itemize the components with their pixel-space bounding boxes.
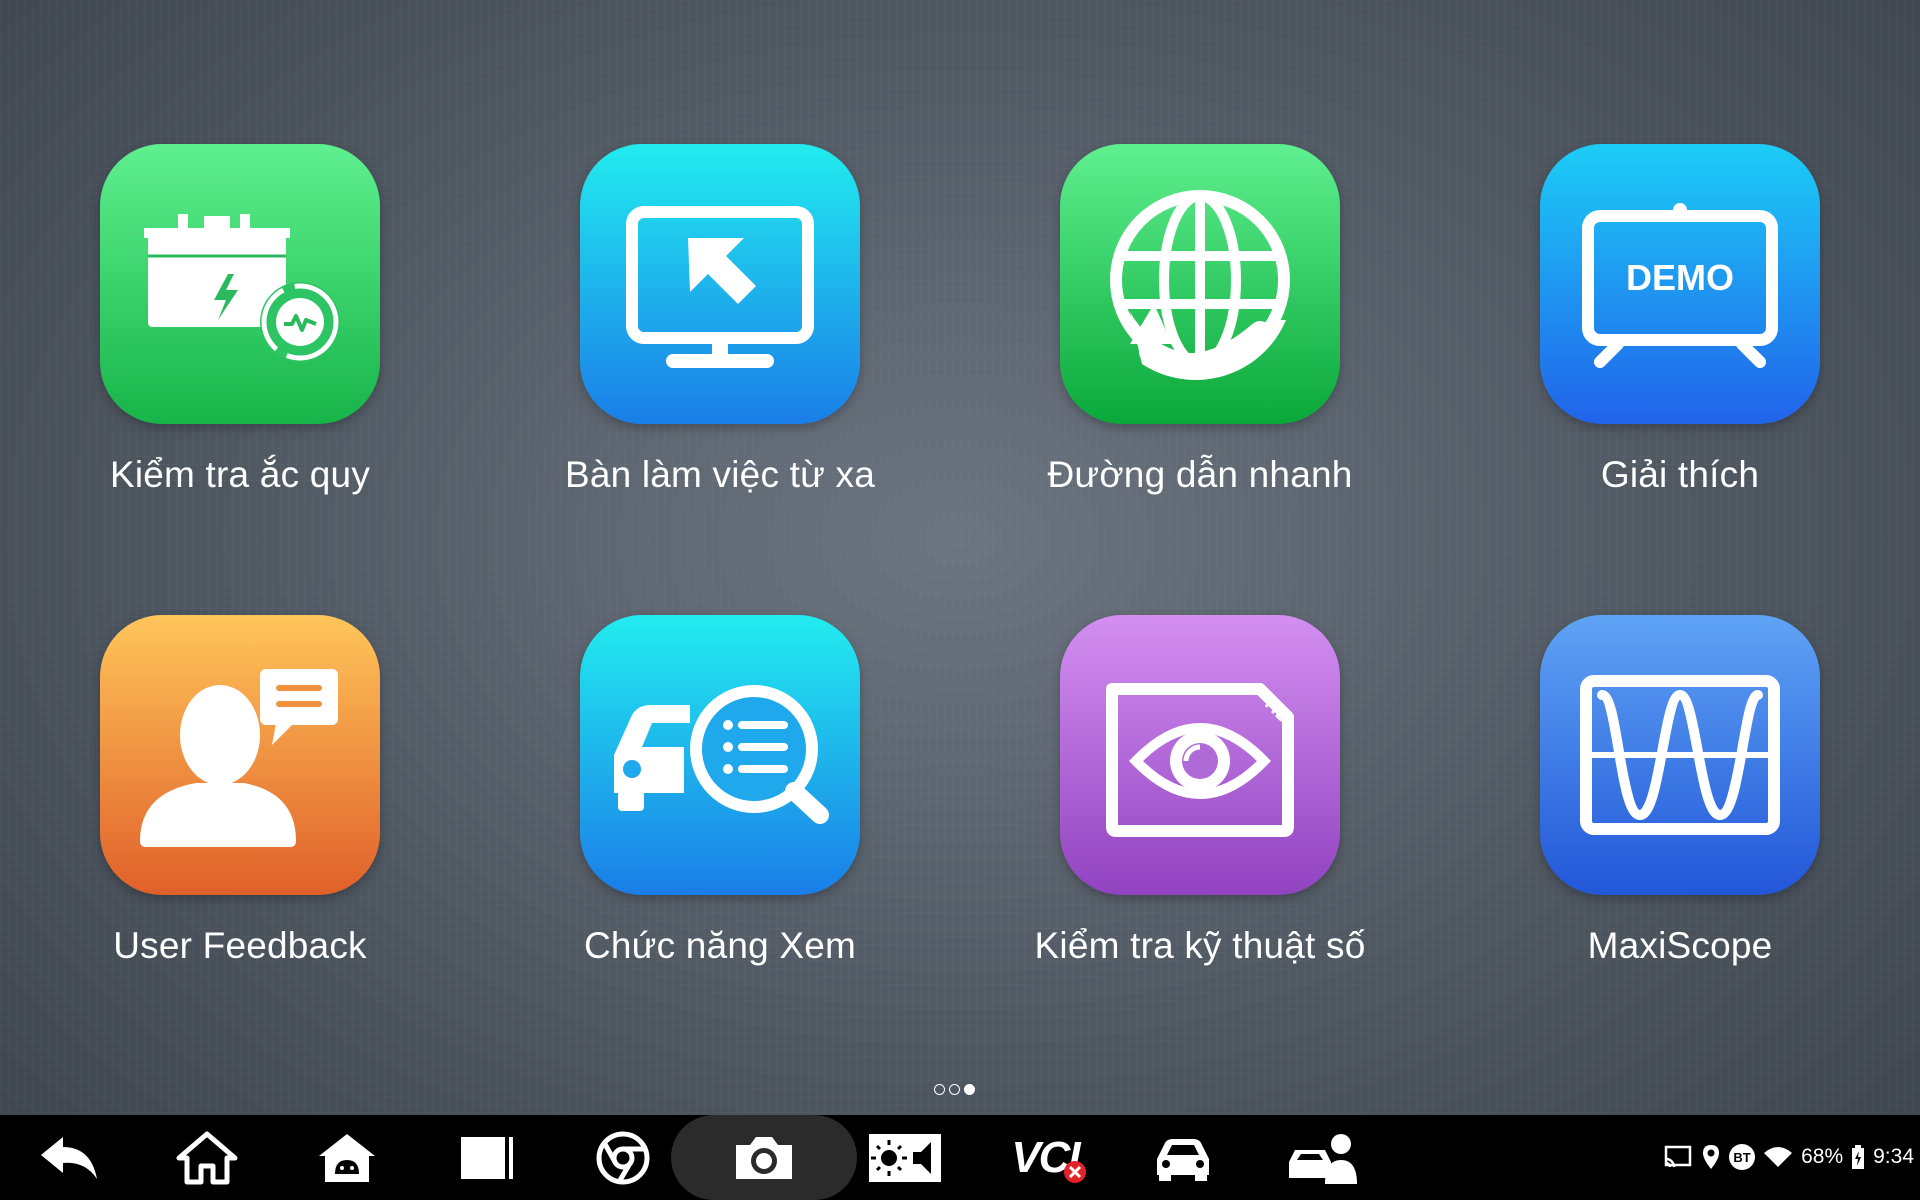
brightness-volume-button[interactable]: [850, 1115, 960, 1200]
android-home-button[interactable]: [292, 1115, 402, 1200]
app-remote-desktop[interactable]: Bàn làm việc từ xa: [480, 144, 960, 564]
bt-badge: BT: [1729, 1144, 1756, 1170]
home-icon: [176, 1131, 238, 1184]
eye-inspection-icon: HD: [1060, 615, 1340, 895]
demo-text: DEMO: [1626, 257, 1734, 298]
app-digital-inspection[interactable]: HD Kiểm tra kỹ thuật số: [960, 615, 1440, 1035]
app-label: Giải thích: [1600, 454, 1760, 495]
app-battery-test[interactable]: Kiểm tra ắc quy: [0, 144, 480, 564]
car-search-icon: [580, 615, 860, 895]
vci-disconnected-icon: [1064, 1161, 1086, 1183]
app-label: MaxiScope: [1587, 925, 1773, 966]
back-button[interactable]: [14, 1115, 124, 1200]
globe-refresh-icon: [1060, 144, 1340, 424]
demo-board-icon: DEMO: [1540, 144, 1820, 424]
page-dot-active[interactable]: [964, 1084, 975, 1095]
page-indicator: [934, 1084, 975, 1095]
clock: 9:34: [1873, 1145, 1914, 1168]
cast-icon: [1664, 1145, 1692, 1168]
app-maxiscope[interactable]: MaxiScope: [1440, 615, 1920, 1035]
app-view-function[interactable]: Chức năng Xem: [480, 615, 960, 1035]
vci-button[interactable]: VCI: [990, 1115, 1100, 1200]
app-quick-link[interactable]: Đường dẫn nhanh: [960, 144, 1440, 564]
app-user-feedback[interactable]: User Feedback: [0, 615, 480, 1035]
wifi-icon: [1764, 1147, 1793, 1167]
battery-percent: 68%: [1801, 1145, 1844, 1168]
app-label: Bàn làm việc từ xa: [564, 454, 876, 495]
brightness-volume-icon: [869, 1133, 941, 1182]
technician-button[interactable]: [1268, 1115, 1378, 1200]
remote-desktop-icon: [580, 144, 860, 424]
back-arrow-icon: [41, 1136, 97, 1179]
status-bar: BT 68% 9:34: [1663, 1136, 1914, 1178]
battery-charging-icon: [1852, 1145, 1865, 1169]
oscilloscope-wave-icon: [1540, 615, 1820, 895]
app-label: Kiểm tra ắc quy: [109, 454, 371, 495]
app-label: User Feedback: [113, 925, 367, 966]
screenshot-button[interactable]: [671, 1115, 857, 1200]
chrome-button[interactable]: [568, 1115, 678, 1200]
navigation-bar: VCI: [0, 1115, 1920, 1200]
car-technician-icon: [1289, 1133, 1357, 1184]
camera-icon: [736, 1136, 792, 1179]
app-demo[interactable]: DEMO Giải thích: [1440, 144, 1920, 564]
app-label: Đường dẫn nhanh: [1047, 454, 1353, 495]
recent-apps-icon: [461, 1136, 513, 1179]
page-dot[interactable]: [949, 1084, 960, 1095]
app-label: Kiểm tra kỹ thuật số: [1034, 925, 1366, 966]
recent-apps-button[interactable]: [432, 1115, 542, 1200]
home-button[interactable]: [152, 1115, 262, 1200]
location-icon: [1703, 1145, 1720, 1169]
user-feedback-icon: [100, 615, 380, 895]
chrome-icon: [596, 1131, 650, 1184]
car-icon: [1157, 1138, 1209, 1181]
vehicle-button[interactable]: [1128, 1115, 1238, 1200]
battery-test-icon: [100, 144, 380, 424]
app-label: Chức năng Xem: [583, 925, 857, 966]
android-house-icon: [319, 1133, 375, 1182]
page-dot[interactable]: [934, 1084, 945, 1095]
